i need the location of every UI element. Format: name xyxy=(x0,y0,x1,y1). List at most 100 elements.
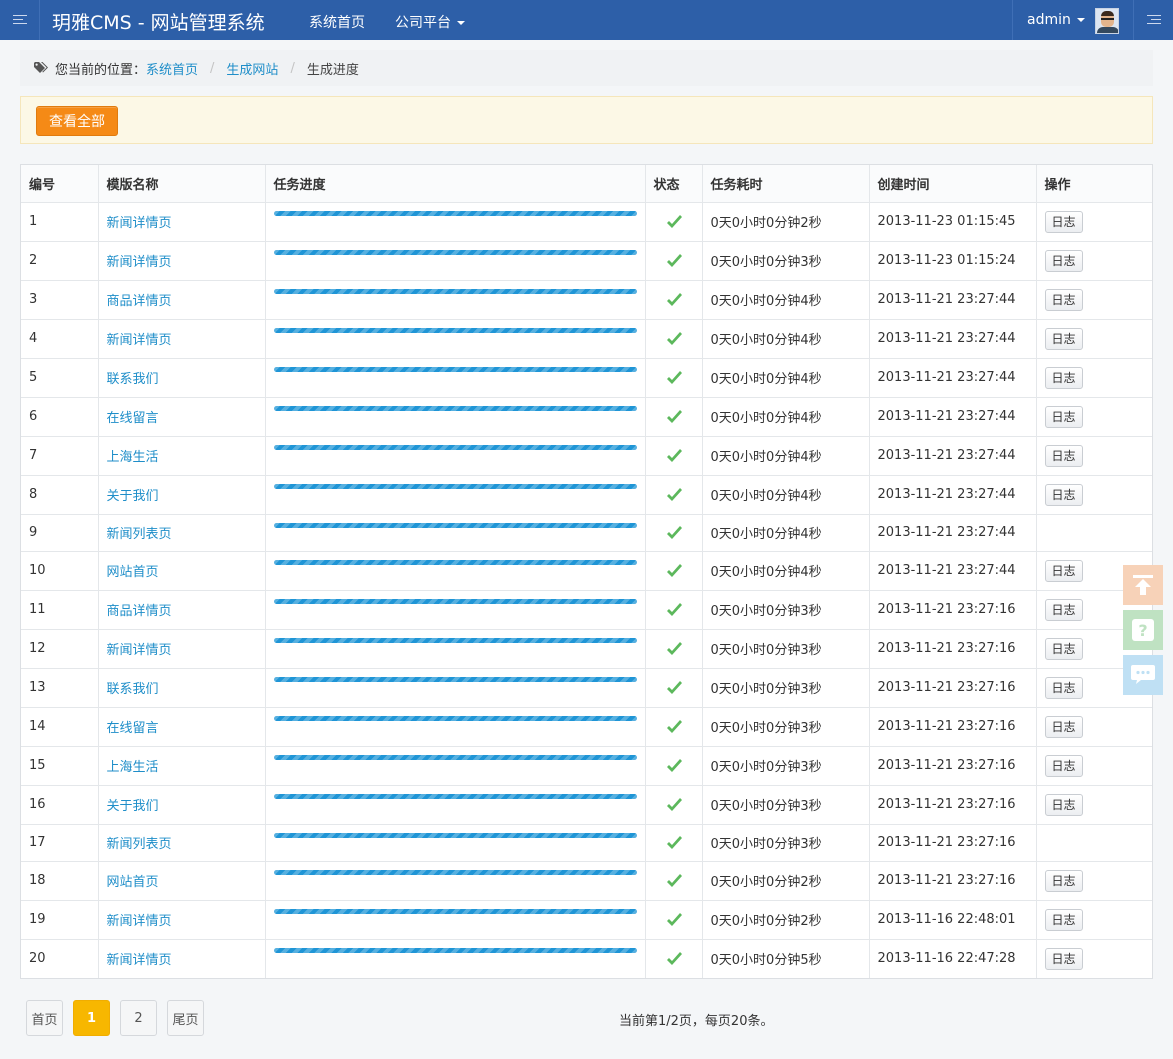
actions-cell: 日志 xyxy=(1036,436,1152,476)
progress-bar xyxy=(273,522,637,528)
template-name-link[interactable]: 新闻列表页 xyxy=(98,514,266,552)
template-name-link[interactable]: 在线留言 xyxy=(98,707,266,747)
log-button[interactable]: 日志 xyxy=(1044,405,1083,428)
breadcrumb-link-home[interactable]: 系统首页 xyxy=(146,59,198,78)
actions-cell xyxy=(1036,514,1152,552)
pagination-page-2[interactable]: 2 xyxy=(120,1000,157,1036)
actions-cell: 日志 xyxy=(1036,280,1152,320)
view-all-button[interactable]: 查看全部 xyxy=(36,106,118,136)
log-button[interactable]: 日志 xyxy=(1044,483,1083,506)
template-name-link[interactable]: 新闻详情页 xyxy=(98,939,266,978)
log-button[interactable]: 日志 xyxy=(1044,249,1083,272)
log-button[interactable]: 日志 xyxy=(1044,327,1083,350)
template-name-link[interactable]: 商品详情页 xyxy=(98,280,266,320)
progress-bar xyxy=(273,288,637,294)
status-cell xyxy=(645,746,703,786)
sidebar-toggle-button[interactable] xyxy=(0,0,40,40)
created-time: 2013-11-21 23:27:16 xyxy=(869,746,1037,786)
template-name-link[interactable]: 关于我们 xyxy=(98,785,266,825)
progress-bar xyxy=(273,947,637,953)
log-button[interactable]: 日志 xyxy=(1044,947,1083,970)
table-row: 4 新闻详情页 0天0小时0分钟4秒 2013-11-21 23:27:44 日志 xyxy=(21,319,1152,359)
template-name-link[interactable]: 新闻详情页 xyxy=(98,900,266,940)
template-name-link[interactable]: 新闻列表页 xyxy=(98,824,266,862)
template-name-link[interactable]: 上海生活 xyxy=(98,746,266,786)
log-button[interactable]: 日志 xyxy=(1044,366,1083,389)
log-button[interactable]: 日志 xyxy=(1044,908,1083,931)
breadcrumb-link-generate-site[interactable]: 生成网站 xyxy=(226,59,278,78)
log-button[interactable]: 日志 xyxy=(1044,598,1083,621)
log-button[interactable]: 日志 xyxy=(1044,559,1083,582)
check-icon xyxy=(666,680,682,694)
back-to-top-button[interactable] xyxy=(1123,565,1163,605)
status-cell xyxy=(645,551,703,591)
nav-home[interactable]: 系统首页 xyxy=(309,12,365,32)
template-name-link[interactable]: 网站首页 xyxy=(98,861,266,901)
help-button[interactable]: ? xyxy=(1123,610,1163,650)
check-icon xyxy=(666,563,682,577)
log-button[interactable]: 日志 xyxy=(1044,869,1083,892)
check-icon xyxy=(666,409,682,423)
template-name-link[interactable]: 商品详情页 xyxy=(98,590,266,630)
created-time: 2013-11-21 23:27:16 xyxy=(869,785,1037,825)
template-name-link[interactable]: 新闻详情页 xyxy=(98,241,266,281)
task-duration: 0天0小时0分钟3秒 xyxy=(702,707,870,747)
actions-cell: 日志 xyxy=(1036,861,1152,901)
created-time: 2013-11-21 23:27:16 xyxy=(869,629,1037,669)
log-button[interactable]: 日志 xyxy=(1044,444,1083,467)
row-id: 10 xyxy=(21,551,99,591)
task-duration: 0天0小时0分钟4秒 xyxy=(702,551,870,591)
log-button[interactable]: 日志 xyxy=(1044,676,1083,699)
pagination-first[interactable]: 首页 xyxy=(26,1000,63,1036)
check-icon xyxy=(666,487,682,501)
template-name-link[interactable]: 网站首页 xyxy=(98,551,266,591)
table-row: 7 上海生活 0天0小时0分钟4秒 2013-11-21 23:27:44 日志 xyxy=(21,436,1152,476)
table-row: 12 新闻详情页 0天0小时0分钟3秒 2013-11-21 23:27:16 日志 xyxy=(21,629,1152,669)
table-row: 16 关于我们 0天0小时0分钟3秒 2013-11-21 23:27:16 日志 xyxy=(21,785,1152,825)
progress-bar xyxy=(273,405,637,411)
template-name-link[interactable]: 新闻详情页 xyxy=(98,202,266,242)
row-id: 20 xyxy=(21,939,99,978)
progress-cell xyxy=(265,436,646,476)
template-name-link[interactable]: 上海生活 xyxy=(98,436,266,476)
created-time: 2013-11-21 23:27:16 xyxy=(869,590,1037,630)
template-name-link[interactable]: 新闻详情页 xyxy=(98,319,266,359)
right-panel-toggle-button[interactable] xyxy=(1133,0,1173,40)
row-id: 18 xyxy=(21,861,99,901)
breadcrumb: 您当前的位置： 系统首页 / 生成网站 / 生成进度 xyxy=(20,50,1153,86)
created-time: 2013-11-21 23:27:44 xyxy=(869,319,1037,359)
template-name-link[interactable]: 联系我们 xyxy=(98,358,266,398)
progress-cell xyxy=(265,202,646,242)
status-cell xyxy=(645,436,703,476)
status-cell xyxy=(645,861,703,901)
created-time: 2013-11-21 23:27:44 xyxy=(869,475,1037,515)
log-button[interactable]: 日志 xyxy=(1044,793,1083,816)
log-button[interactable]: 日志 xyxy=(1044,210,1083,233)
nav-company-platform[interactable]: 公司平台 xyxy=(395,12,465,32)
task-duration: 0天0小时0分钟4秒 xyxy=(702,475,870,515)
pagination-page-1[interactable]: 1 xyxy=(73,1000,110,1036)
row-id: 15 xyxy=(21,746,99,786)
task-duration: 0天0小时0分钟4秒 xyxy=(702,436,870,476)
template-name-link[interactable]: 关于我们 xyxy=(98,475,266,515)
log-button[interactable]: 日志 xyxy=(1044,754,1083,777)
template-name-link[interactable]: 联系我们 xyxy=(98,668,266,708)
log-button[interactable]: 日志 xyxy=(1044,715,1083,738)
log-button[interactable]: 日志 xyxy=(1044,288,1083,311)
pagination-last[interactable]: 尾页 xyxy=(167,1000,204,1036)
progress-cell xyxy=(265,358,646,398)
status-cell xyxy=(645,241,703,281)
log-button[interactable]: 日志 xyxy=(1044,637,1083,660)
row-id: 1 xyxy=(21,202,99,242)
created-time: 2013-11-16 22:47:28 xyxy=(869,939,1037,978)
user-menu[interactable]: admin xyxy=(1012,0,1132,40)
avatar[interactable] xyxy=(1095,8,1119,34)
template-name-link[interactable]: 在线留言 xyxy=(98,397,266,437)
template-name-link[interactable]: 新闻详情页 xyxy=(98,629,266,669)
progress-cell xyxy=(265,824,646,862)
progress-cell xyxy=(265,319,646,359)
progress-cell xyxy=(265,939,646,978)
chat-button[interactable] xyxy=(1123,655,1163,695)
task-duration: 0天0小时0分钟3秒 xyxy=(702,785,870,825)
task-duration: 0天0小时0分钟4秒 xyxy=(702,280,870,320)
